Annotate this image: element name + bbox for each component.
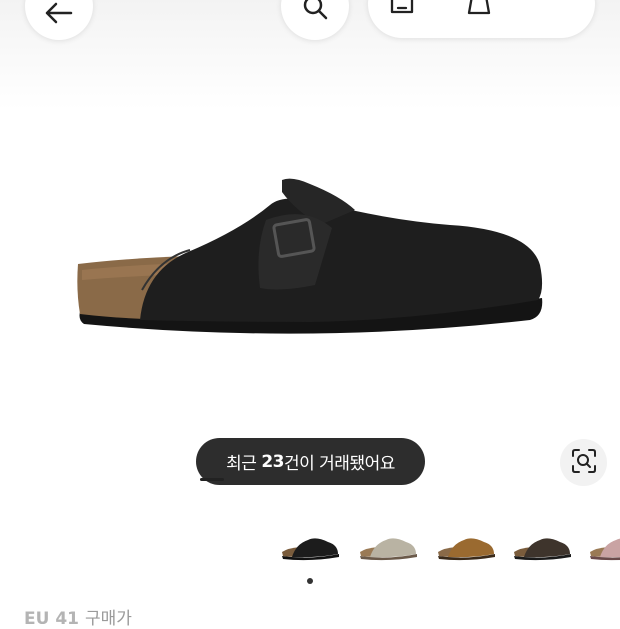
trade-badge-prefix: 최근 [226, 454, 262, 474]
product-image[interactable] [70, 170, 550, 350]
trade-badge-count: 23 [261, 451, 284, 472]
price-label: 구매가 [85, 609, 132, 629]
size-label: EU 41 [24, 609, 79, 629]
badge-underline [200, 478, 224, 481]
purchase-price-row: EU 41 구매가 [24, 604, 132, 629]
search-icon [302, 0, 328, 26]
trade-count-badge: 최근 23 건이 거래됐어요 [196, 438, 425, 485]
bag-icon[interactable] [464, 0, 494, 16]
image-search-icon [571, 448, 597, 478]
share-icon[interactable] [388, 0, 416, 16]
page-indicator-dot [307, 578, 313, 584]
thumbnail-pink-clog[interactable] [586, 530, 620, 566]
thumbnail-brown-clog[interactable] [434, 530, 500, 566]
black-suede-clog [77, 178, 543, 334]
thumbnail-taupe-clog[interactable] [356, 530, 422, 566]
color-thumbnails [0, 530, 620, 566]
thumbnail-black-clog[interactable] [278, 530, 344, 566]
header-actions [368, 0, 595, 38]
trade-badge-suffix: 건이 거래됐어요 [283, 454, 395, 474]
arrow-left-icon [43, 2, 73, 28]
thumbnail-dark-brown-clog[interactable] [510, 530, 576, 566]
image-search-button[interactable] [560, 439, 607, 486]
